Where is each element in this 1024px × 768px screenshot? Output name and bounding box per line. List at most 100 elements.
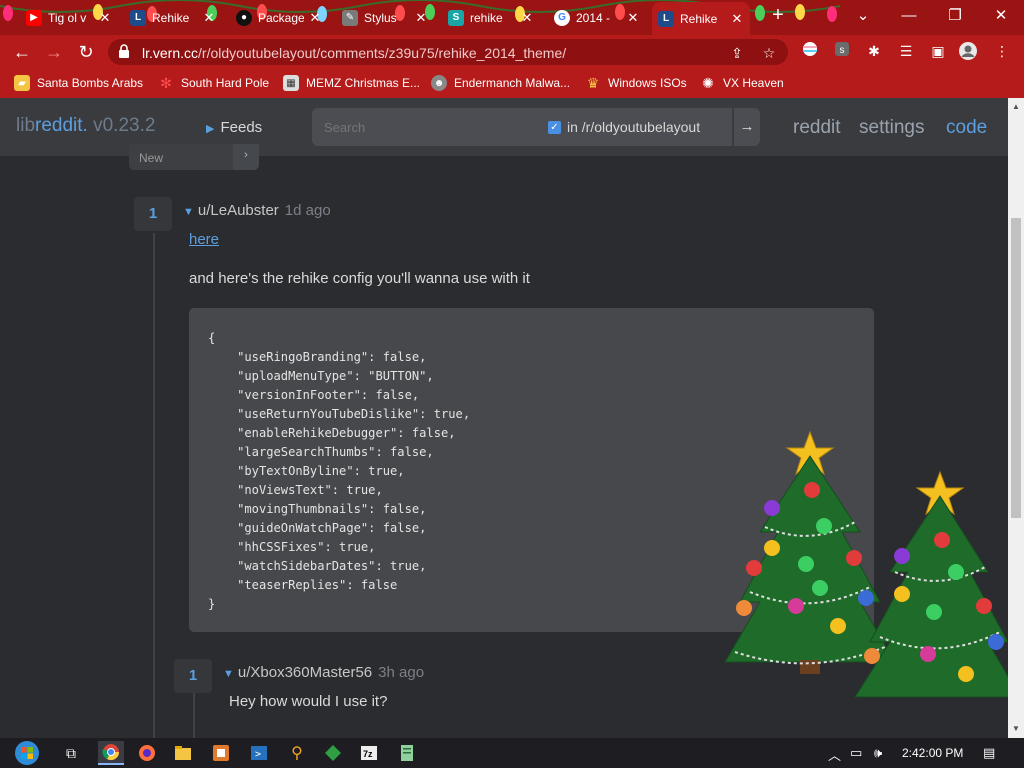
reply-header: ▼ u/Xbox360Master56 3h ago xyxy=(223,664,424,681)
tab-search-chevron-icon[interactable]: ⌄ xyxy=(848,3,878,29)
restore-button[interactable]: ❐ xyxy=(940,3,970,29)
menu-kebab-icon[interactable]: ⋮ xyxy=(992,41,1012,61)
thread-line[interactable] xyxy=(153,233,155,738)
close-icon[interactable]: ✕ xyxy=(308,10,322,26)
bookmark-label: Windows ISOs xyxy=(608,76,687,90)
bookmark-santa-bombs[interactable]: ▰ Santa Bombs Arabs xyxy=(14,75,143,91)
sort-submit-button[interactable]: › xyxy=(233,144,259,170)
windows-icon: ♛ xyxy=(586,74,600,91)
libreddit-icon: L xyxy=(658,10,674,27)
firefox-taskbar-icon[interactable] xyxy=(134,741,160,765)
libreddit-logo[interactable]: libreddit. v0.23.2 xyxy=(16,115,155,137)
bookmark-memz[interactable]: ▦ MEMZ Christmas E... xyxy=(283,75,420,91)
tab-google[interactable]: G 2014 - ✕ xyxy=(548,4,646,31)
tab-stylus[interactable]: ✎ Stylus ✕ xyxy=(336,4,434,31)
lock-icon xyxy=(119,44,129,58)
start-button[interactable] xyxy=(10,741,44,765)
search-app-icon[interactable]: ⚲ xyxy=(284,741,310,765)
checkbox-checked-icon[interactable]: ✓ xyxy=(548,120,561,134)
settings-link[interactable]: settings xyxy=(859,117,924,139)
scroll-down-arrow-icon[interactable]: ▼ xyxy=(1012,724,1020,733)
comment-time: 1d ago xyxy=(284,202,331,219)
tab-title: rehike xyxy=(470,10,503,25)
comment-link-here[interactable]: here xyxy=(189,231,219,248)
file-explorer-icon[interactable] xyxy=(170,741,196,765)
tab-title: 2014 - xyxy=(576,10,611,25)
extensions-puzzle-icon[interactable]: ✱ xyxy=(864,41,884,61)
side-panel-icon[interactable]: ▣ xyxy=(928,41,948,61)
close-icon[interactable]: ✕ xyxy=(414,10,428,26)
search-input[interactable] xyxy=(312,108,536,146)
bookmark-vx-heaven[interactable]: ✺ VX Heaven xyxy=(700,75,784,91)
bookmark-windows-isos[interactable]: ♛ Windows ISOs xyxy=(585,75,687,91)
close-icon[interactable]: ✕ xyxy=(202,10,216,26)
tab-youtube[interactable]: ▶ Tig ol v ✕ xyxy=(20,4,118,31)
scrollbar-thumb[interactable] xyxy=(1011,218,1021,518)
search-submit-button[interactable]: → xyxy=(734,108,760,146)
tab-title: Rehike xyxy=(152,10,190,25)
tab-rehike-2[interactable]: S rehike ✕ xyxy=(442,4,540,31)
7zip-icon[interactable]: 7z xyxy=(356,741,382,765)
youtube-icon: ▶ xyxy=(26,9,42,26)
volume-icon[interactable]: 🕪 xyxy=(874,745,882,761)
task-view-icon[interactable]: ⧉ xyxy=(58,741,84,765)
profile-avatar-icon[interactable] xyxy=(958,41,978,61)
close-icon[interactable]: ✕ xyxy=(730,11,744,27)
search-box[interactable] xyxy=(312,108,536,146)
github-icon: ● xyxy=(236,9,252,26)
reading-list-icon[interactable]: ☰ xyxy=(896,41,916,61)
close-icon[interactable]: ✕ xyxy=(98,10,112,26)
close-icon[interactable]: ✕ xyxy=(626,10,640,26)
close-icon[interactable]: ✕ xyxy=(520,10,534,26)
notifications-icon[interactable]: ▤ xyxy=(983,745,995,761)
chevron-up-icon[interactable]: ︿ xyxy=(828,745,841,764)
libreddit-icon: L xyxy=(130,9,146,26)
taskbar-clock[interactable]: 2:42:00 PM xyxy=(902,746,963,760)
tab-rehike-active[interactable]: L Rehike ✕ xyxy=(652,2,750,35)
bookmark-endermanch[interactable]: ☻ Endermanch Malwa... xyxy=(431,75,570,91)
new-tab-button[interactable]: + xyxy=(768,5,788,26)
network-icon[interactable]: ▭ xyxy=(850,745,862,761)
page-scrollbar[interactable]: ▲ ▼ xyxy=(1008,98,1024,738)
extension-s-icon[interactable]: s xyxy=(832,41,852,61)
collapse-triangle-icon[interactable]: ▼ xyxy=(183,206,194,218)
scroll-up-arrow-icon[interactable]: ▲ xyxy=(1012,102,1020,111)
feeds-dropdown[interactable]: ▶ Feeds xyxy=(206,119,262,136)
chrome-taskbar-icon[interactable] xyxy=(98,741,124,765)
reply-time: 3h ago xyxy=(378,664,425,681)
tab-rehike-1[interactable]: L Rehike ✕ xyxy=(124,4,222,31)
minimize-button[interactable]: — xyxy=(894,3,924,29)
comment-author[interactable]: u/LeAubster xyxy=(198,202,279,219)
code-link[interactable]: code xyxy=(946,117,987,139)
reply-score: 1 xyxy=(174,659,212,693)
comment-header: ▼ u/LeAubster 1d ago xyxy=(183,202,331,219)
snowflake-icon: ✻ xyxy=(160,74,172,91)
app-orange-icon[interactable] xyxy=(208,741,234,765)
comment-score: 1 xyxy=(134,197,172,231)
powershell-icon[interactable]: > xyxy=(246,741,272,765)
restrict-subreddit-toggle[interactable]: ✓ in /r/oldyoutubelayout xyxy=(536,108,732,146)
bookmarks-bar: ▰ Santa Bombs Arabs ✻ South Hard Pole ▦ … xyxy=(0,69,1024,98)
comment-body: and here's the rehike config you'll wann… xyxy=(189,270,530,287)
notepad-icon[interactable] xyxy=(394,741,420,765)
reddit-link[interactable]: reddit xyxy=(793,117,841,139)
extension-flag-icon[interactable] xyxy=(800,41,820,61)
svg-text:>: > xyxy=(255,749,261,760)
close-window-button[interactable]: ✕ xyxy=(986,3,1016,29)
reply-thread-line[interactable] xyxy=(193,693,195,738)
tab-title: Rehike xyxy=(680,11,718,26)
bookmark-south-hard-pole[interactable]: ✻ South Hard Pole xyxy=(158,75,269,91)
address-bar[interactable]: lr.vern.cc/r/oldyoutubelayout/comments/z… xyxy=(108,39,788,65)
bookmark-label: MEMZ Christmas E... xyxy=(306,76,421,90)
reload-button[interactable]: ↻ xyxy=(74,40,98,64)
collapse-triangle-icon[interactable]: ▼ xyxy=(223,668,234,680)
stylus-icon: ✎ xyxy=(342,9,358,26)
comment-sort-select[interactable]: New xyxy=(129,144,233,170)
git-app-icon[interactable] xyxy=(320,741,346,765)
reply-author[interactable]: u/Xbox360Master56 xyxy=(238,664,372,681)
forward-button[interactable]: → xyxy=(42,40,66,64)
bookmark-star-icon[interactable]: ☆ xyxy=(760,44,778,62)
back-button[interactable]: ← xyxy=(10,40,34,64)
share-icon[interactable]: ⇪ xyxy=(728,44,746,62)
tab-package[interactable]: ● Package ✕ xyxy=(230,4,328,31)
